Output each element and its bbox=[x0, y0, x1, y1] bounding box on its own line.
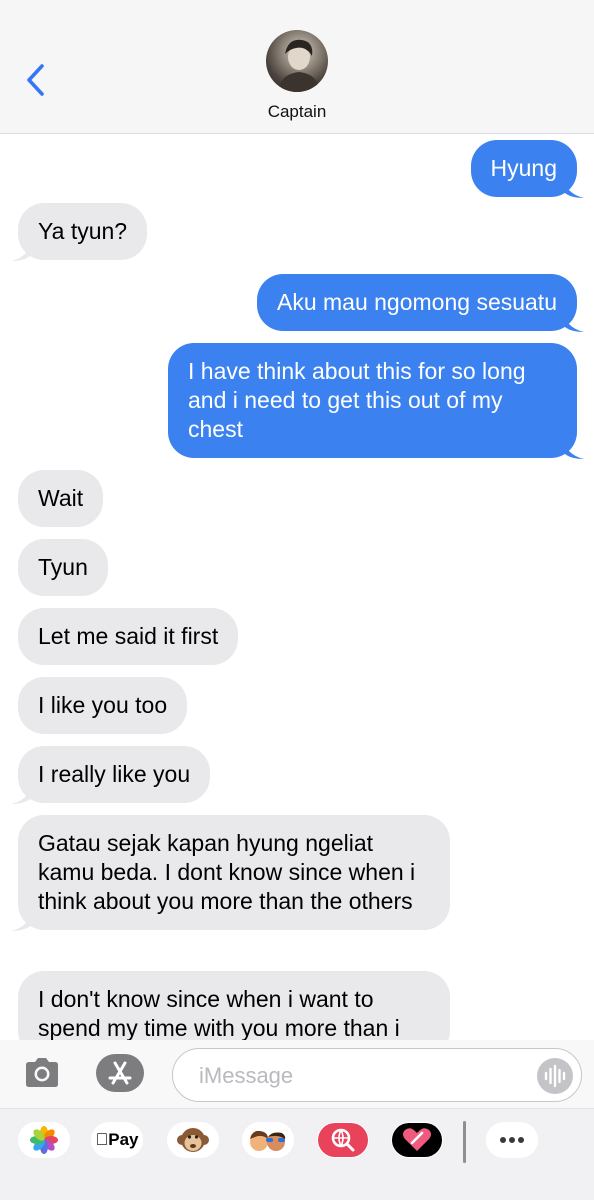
message-composer: iMessage bbox=[0, 1040, 594, 1110]
incoming-message-bubble[interactable]: Ya tyun? bbox=[11, 203, 148, 261]
bubble-tail bbox=[11, 239, 33, 261]
incoming-message-bubble[interactable]: I like you too bbox=[18, 677, 188, 734]
memoji-app-button[interactable] bbox=[242, 1122, 294, 1158]
apple-pay-label: Pay bbox=[101, 1130, 138, 1149]
bubble-tail bbox=[11, 909, 33, 931]
message-thread[interactable]: Hyung Ya tyun? Aku mau ngomong sesuatu I… bbox=[0, 135, 594, 1040]
web-search-icon[interactable] bbox=[317, 1122, 369, 1158]
digital-touch-heart-icon[interactable] bbox=[391, 1122, 443, 1158]
outgoing-message-bubble[interactable]: Aku mau ngomong sesuatu bbox=[256, 274, 584, 332]
digital-touch-app-button[interactable] bbox=[391, 1122, 443, 1158]
message-text: I don't know since when i want to spend … bbox=[38, 986, 400, 1040]
bubble-tail bbox=[11, 782, 33, 804]
incoming-message-bubble[interactable]: Wait bbox=[18, 470, 104, 527]
memoji-stickers-icon[interactable] bbox=[242, 1122, 294, 1158]
waveform-icon[interactable] bbox=[537, 1058, 573, 1094]
bubble-tail bbox=[562, 437, 584, 459]
bubble-tail bbox=[562, 176, 584, 198]
app-store-icon[interactable] bbox=[96, 1054, 144, 1092]
app-store-button[interactable] bbox=[96, 1054, 144, 1092]
message-text: I really like you bbox=[38, 761, 191, 787]
incoming-message-bubble[interactable]: I really like you bbox=[11, 746, 211, 804]
camera-icon[interactable] bbox=[22, 1056, 62, 1090]
apple-logo-icon:  bbox=[96, 1130, 109, 1149]
more-apps-icon[interactable] bbox=[486, 1122, 538, 1158]
animoji-app-button[interactable] bbox=[167, 1122, 219, 1158]
message-text: Wait bbox=[38, 485, 84, 511]
camera-button[interactable] bbox=[22, 1056, 62, 1090]
more-apps-button[interactable] bbox=[486, 1122, 538, 1158]
audio-message-button[interactable] bbox=[537, 1058, 573, 1094]
incoming-message-bubble[interactable]: Gatau sejak kapan hyung ngeliat kamu bed… bbox=[11, 815, 450, 931]
conversation-header: Captain bbox=[0, 0, 594, 134]
apple-pay-icon[interactable]: Pay bbox=[91, 1122, 143, 1158]
imessage-app-drawer: Pay bbox=[0, 1108, 594, 1200]
photos-app-button[interactable] bbox=[18, 1122, 70, 1158]
incoming-message-bubble[interactable]: I don't know since when i want to spend … bbox=[18, 971, 450, 1040]
incoming-message-bubble[interactable]: Tyun bbox=[18, 539, 108, 596]
imessage-input[interactable]: iMessage bbox=[172, 1048, 582, 1102]
message-text: Gatau sejak kapan hyung ngeliat kamu bed… bbox=[38, 830, 416, 914]
message-text: Tyun bbox=[38, 554, 88, 580]
message-text: Ya tyun? bbox=[38, 218, 128, 244]
message-text: Let me said it first bbox=[38, 623, 219, 649]
message-text: I have think about this for so long and … bbox=[188, 358, 526, 442]
outgoing-message-bubble[interactable]: I have think about this for so long and … bbox=[168, 343, 584, 459]
contact-name[interactable]: Captain bbox=[0, 102, 594, 122]
monkey-animoji-icon[interactable] bbox=[167, 1122, 219, 1158]
apple-pay-app-button[interactable]: Pay bbox=[91, 1122, 143, 1158]
drawer-divider bbox=[463, 1121, 466, 1163]
incoming-message-bubble[interactable]: Let me said it first bbox=[18, 608, 239, 665]
chevron-left-icon[interactable] bbox=[20, 60, 54, 100]
back-button[interactable] bbox=[20, 60, 54, 100]
imessage-placeholder: iMessage bbox=[199, 1063, 294, 1088]
web-search-app-button[interactable] bbox=[317, 1122, 369, 1158]
message-text: I like you too bbox=[38, 692, 168, 718]
message-text: Aku mau ngomong sesuatu bbox=[276, 289, 557, 315]
bubble-tail bbox=[562, 310, 584, 332]
contact-avatar[interactable] bbox=[266, 30, 328, 92]
message-text: Hyung bbox=[490, 155, 557, 181]
photos-app-icon[interactable] bbox=[18, 1122, 70, 1158]
outgoing-message-bubble[interactable]: Hyung bbox=[470, 140, 584, 198]
